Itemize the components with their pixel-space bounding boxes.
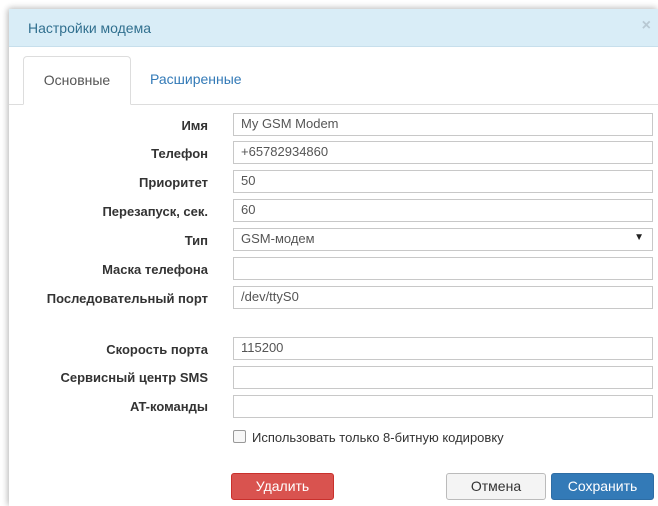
phone-mask-input[interactable] — [233, 257, 653, 280]
name-label: Имя — [181, 118, 208, 133]
serial-port-label: Последовательный порт — [46, 291, 208, 306]
restart-input[interactable]: 60 — [233, 199, 653, 222]
dialog-title: Настройки модема — [28, 20, 152, 36]
at-commands-label: AT-команды — [130, 399, 208, 414]
type-label: Тип — [184, 233, 208, 248]
port-speed-label: Скорость порта — [106, 342, 208, 357]
type-select[interactable]: GSM-модем ▼ — [233, 228, 653, 251]
cancel-button[interactable]: Отмена — [446, 473, 546, 500]
tab-advanced[interactable]: Расширенные — [136, 56, 256, 103]
encoding-8bit-option[interactable]: Использовать только 8-битную кодировку — [233, 430, 504, 445]
type-select-value: GSM-модем — [241, 231, 315, 246]
modem-settings-dialog: Настройки модема × Основные Расширенные … — [9, 9, 658, 506]
delete-button[interactable]: Удалить — [231, 473, 334, 500]
save-button[interactable]: Сохранить — [551, 473, 654, 500]
priority-label: Приоритет — [139, 175, 208, 190]
encoding-8bit-checkbox[interactable] — [233, 430, 246, 443]
restart-label: Перезапуск, сек. — [102, 204, 208, 219]
chevron-down-icon: ▼ — [634, 232, 644, 243]
close-icon[interactable]: × — [642, 17, 651, 35]
sms-center-label: Сервисный центр SMS — [60, 370, 209, 385]
encoding-8bit-label: Использовать только 8-битную кодировку — [252, 430, 504, 445]
at-commands-input[interactable] — [233, 395, 653, 418]
port-speed-input[interactable]: 115200 — [233, 337, 653, 360]
name-input[interactable]: My GSM Modem — [233, 113, 653, 136]
serial-port-input[interactable]: /dev/ttyS0 — [233, 286, 653, 309]
tab-bar: Основные Расширенные — [9, 56, 658, 105]
tab-basic[interactable]: Основные — [23, 56, 131, 105]
phone-label: Телефон — [151, 146, 208, 161]
dialog-header: Настройки модема × — [9, 9, 658, 47]
priority-input[interactable]: 50 — [233, 170, 653, 193]
phone-input[interactable]: +65782934860 — [233, 141, 653, 164]
phone-mask-label: Маска телефона — [102, 262, 208, 277]
sms-center-input[interactable] — [233, 366, 653, 389]
